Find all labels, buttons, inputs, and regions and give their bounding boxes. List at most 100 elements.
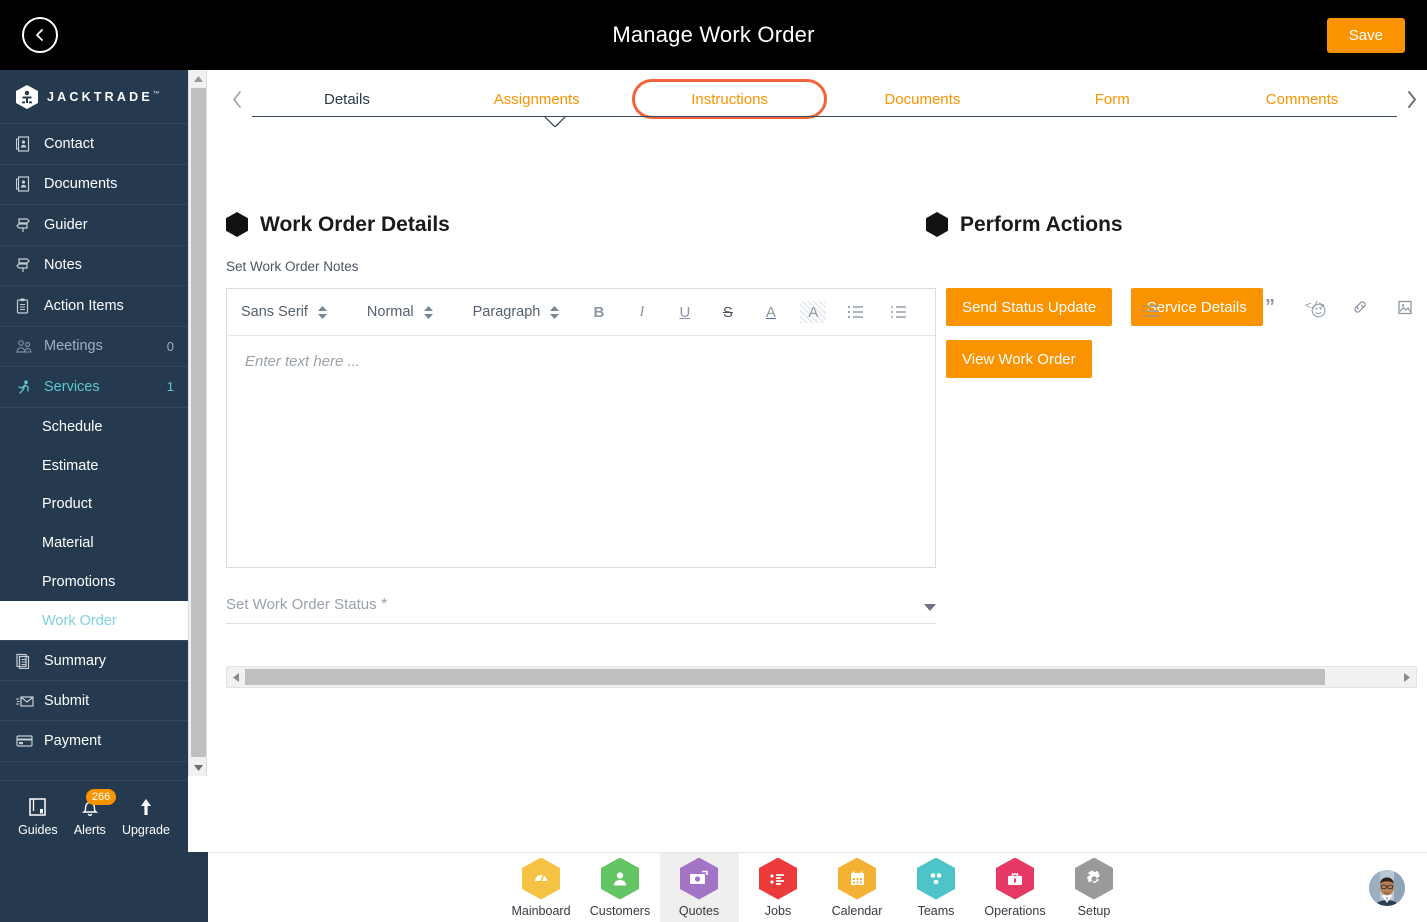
bottom-nav-quotes[interactable]: Quotes [659, 852, 739, 922]
sidebar-item-meetings[interactable]: Meetings 0 [0, 327, 188, 367]
bottom-nav-calendar[interactable]: Calendar [818, 853, 897, 922]
signpost-icon [16, 257, 38, 273]
bottom-nav-operations[interactable]: Operations [976, 853, 1055, 922]
brand-logo[interactable]: JACKTRADE™ [0, 70, 188, 124]
bottom-nav-label: Mainboard [511, 903, 571, 918]
notes-editor-input[interactable]: Enter text here ... [227, 336, 935, 568]
highlight-color-icon[interactable]: A [800, 301, 827, 323]
app-root: Manage Work Order Save JACKTRADE™ Contac… [0, 0, 1427, 922]
contact-card-icon [16, 136, 38, 152]
font-size-value: Normal [366, 304, 414, 320]
strikethrough-glyph: S [722, 303, 733, 321]
blockquote-icon[interactable]: ” [1260, 297, 1280, 317]
work-order-details-heading: Work Order Details [226, 212, 450, 237]
alerts-badge: 266 [85, 788, 117, 805]
scroll-right-icon[interactable] [1398, 667, 1416, 687]
tab-label: Documents [884, 90, 961, 108]
tab-strip: Details Assignments Instructions Documen… [222, 70, 1427, 128]
block-format-value: Paragraph [472, 304, 541, 320]
view-work-order-button[interactable]: View Work Order [946, 340, 1092, 378]
sidebar-subitem-work-order[interactable]: Work Order [0, 601, 188, 641]
section-title-text: Perform Actions [960, 212, 1123, 236]
bottom-nav-setup[interactable]: Setup [1055, 853, 1134, 922]
send-status-update-button[interactable]: Send Status Update [946, 288, 1113, 326]
bold-icon[interactable]: B [577, 297, 620, 327]
text-color-icon[interactable]: A [749, 297, 792, 327]
align-list-icon[interactable] [1143, 304, 1160, 323]
chevron-down-icon[interactable] [924, 604, 936, 611]
sidebar-item-notes[interactable]: Notes [0, 246, 188, 286]
image-icon[interactable] [1395, 300, 1415, 315]
sidebar-vertical-scrollbar[interactable] [188, 70, 207, 776]
font-family-select[interactable]: Sans Serif [241, 304, 345, 320]
unordered-list-icon[interactable] [877, 297, 920, 327]
required-asterisk: * [381, 596, 388, 613]
sidebar-item-action-items[interactable]: Action Items [0, 286, 188, 327]
code-block-icon[interactable]: </> [1305, 301, 1325, 313]
sidebar-item-documents[interactable]: Documents [0, 165, 188, 205]
sidebar: JACKTRADE™ Contact Documents Guider Note… [0, 70, 188, 922]
tab-documents[interactable]: Documents [827, 70, 1017, 128]
scroll-left-icon[interactable] [227, 667, 245, 687]
highlight-glyph: A [808, 303, 819, 321]
sidebar-subitem-product[interactable]: Product [0, 485, 188, 524]
upgrade-button[interactable]: Upgrade [122, 797, 170, 837]
bottom-nav-mainboard[interactable]: Mainboard [502, 853, 581, 922]
payment-card-icon [16, 734, 38, 748]
hscrollbar-thumb[interactable] [245, 669, 1325, 685]
bottom-nav-jobs[interactable]: Jobs [739, 853, 818, 922]
tab-details[interactable]: Details [252, 70, 442, 128]
sidebar-subitem-schedule[interactable]: Schedule [0, 408, 188, 447]
content-horizontal-scrollbar[interactable] [226, 666, 1417, 688]
tab-assignments[interactable]: Assignments [442, 70, 632, 128]
alerts-button[interactable]: 266 Alerts [74, 788, 117, 837]
guides-button[interactable]: Guides [18, 797, 58, 837]
status-select-label-wrap: Set Work Order Status * [226, 596, 387, 614]
sidebar-item-services[interactable]: Services 1 [0, 367, 188, 408]
sidebar-item-submit[interactable]: Submit [0, 681, 188, 722]
tab-comments[interactable]: Comments [1207, 70, 1397, 128]
quotes-icon [680, 857, 718, 900]
brand-trademark: ™ [152, 90, 160, 98]
sidebar-subitem-material[interactable]: Material [0, 524, 188, 563]
scroll-down-arrow-icon[interactable] [189, 759, 208, 776]
sidebar-subitem-promotions[interactable]: Promotions [0, 563, 188, 602]
sidebar-tools: Guides 266 Alerts Upgrade [0, 780, 188, 852]
chevron-updown-icon [317, 305, 327, 319]
text-color-glyph: A [765, 303, 776, 321]
sidebar-item-guider[interactable]: Guider [0, 205, 188, 246]
strikethrough-icon[interactable]: S [706, 297, 749, 327]
user-avatar[interactable] [1369, 870, 1405, 906]
tabs-prev-button[interactable] [222, 70, 252, 128]
jacktrade-hex-logo-icon [16, 84, 38, 109]
font-size-select[interactable]: Normal [345, 304, 451, 320]
scrollbar-thumb[interactable] [191, 88, 206, 757]
bottom-nav-teams[interactable]: Teams [897, 853, 976, 922]
italic-glyph: I [639, 303, 645, 320]
sidebar-item-contact[interactable]: Contact [0, 124, 188, 165]
font-family-value: Sans Serif [241, 304, 308, 320]
underline-icon[interactable]: U [663, 297, 706, 327]
status-select-row[interactable]: Set Work Order Status * [226, 596, 936, 624]
bottom-nav-customers[interactable]: Customers [581, 853, 660, 922]
scroll-up-arrow-icon[interactable] [189, 70, 208, 87]
link-icon[interactable] [1350, 299, 1370, 315]
tabs-next-button[interactable] [1397, 70, 1427, 128]
work-order-status-select[interactable]: Set Work Order Status * [226, 596, 936, 624]
italic-icon[interactable]: I [620, 297, 663, 327]
save-button[interactable]: Save [1326, 18, 1405, 53]
code-glyph: </> [1305, 301, 1325, 313]
sidebar-item-label: Services [44, 378, 100, 395]
sidebar-item-summary[interactable]: Summary [0, 640, 188, 681]
ordered-list-icon[interactable] [834, 297, 877, 327]
bottom-nav-label: Operations [984, 903, 1046, 918]
chevron-right-icon [1408, 90, 1417, 108]
block-format-select[interactable]: Paragraph [451, 304, 578, 320]
sidebar-subitem-estimate[interactable]: Estimate [0, 446, 188, 485]
main-content: Details Assignments Instructions Documen… [208, 70, 1427, 852]
active-tab-caret [544, 115, 566, 127]
sidebar-item-payment[interactable]: Payment [0, 721, 188, 762]
tab-form[interactable]: Form [1017, 70, 1207, 128]
tab-instructions[interactable]: Instructions [631, 79, 828, 119]
sidebar-subitem-label: Product [42, 496, 92, 513]
